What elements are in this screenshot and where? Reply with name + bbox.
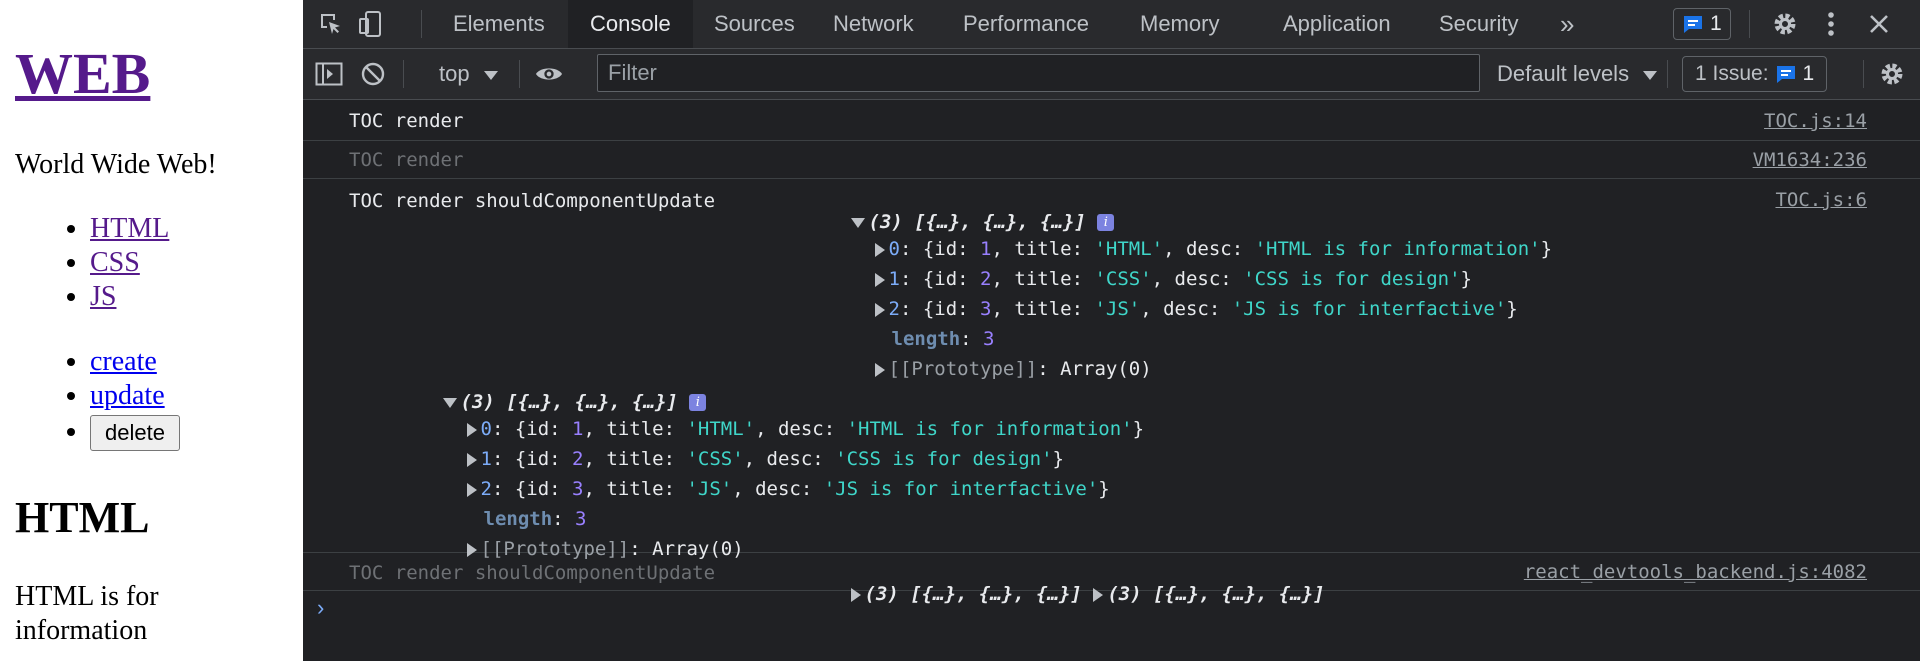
console-settings-gear-icon[interactable] [1878,60,1906,88]
log-levels-label: Default levels [1497,61,1630,86]
toc-item: JS [90,280,169,314]
tab-elements[interactable]: Elements [431,0,567,48]
tab-console[interactable]: Console [568,0,693,48]
control-item: delete [90,415,180,451]
divider [421,10,422,38]
control-item: create [90,345,180,379]
expand-arrow-icon[interactable] [1093,587,1104,602]
console-message: TOC render shouldComponentUpdate (3) [{…… [303,553,1920,605]
issues-label: 1 Issue: [1695,62,1769,85]
console-message: TOC render TOC.js:14 [303,100,1920,141]
context-selector[interactable]: top [439,49,498,99]
prototype-row[interactable]: [[Prototype]]: Array(0) [783,336,1152,402]
message-icon [1684,16,1702,33]
article-desc: HTML is for information [15,581,159,646]
message-text: TOC render [349,149,464,171]
more-tabs-button[interactable]: » [1538,0,1596,48]
source-link[interactable]: TOC.js:6 [1775,189,1867,211]
web-page: WEB World Wide Web! HTML CSS JS create u… [0,0,303,661]
toc-item: CSS [90,246,169,280]
tab-network[interactable]: Network [811,0,936,48]
message-text: TOC render shouldComponentUpdate [349,562,716,584]
title-link[interactable]: WEB [15,41,150,106]
page-title: WEB [15,40,150,108]
toc-link-html[interactable]: HTML [90,213,169,244]
source-link[interactable]: react_devtools_backend.js:4082 [1524,561,1867,583]
clear-console-icon[interactable] [359,60,387,88]
divider [1749,10,1750,38]
log-levels-dropdown[interactable]: Default levels [1497,49,1658,99]
message-icon [1776,66,1795,83]
inspect-element-icon[interactable] [317,10,345,38]
article-title: HTML [15,493,150,542]
create-link[interactable]: create [90,346,157,377]
console-prompt-icon[interactable]: › [317,595,324,621]
console-message-expanded: TOC render shouldComponentUpdate TOC.js:… [303,179,1920,560]
divider [1863,60,1864,88]
divider [403,60,404,88]
message-text: TOC render [349,110,464,132]
tab-performance[interactable]: Performance [941,0,1111,48]
delete-button[interactable]: delete [90,415,180,451]
tab-security[interactable]: Security [1417,0,1540,48]
source-link[interactable]: VM1634:236 [1753,149,1867,171]
page-subtitle: World Wide Web! [15,149,217,180]
dropdown-arrow-icon [483,70,498,80]
issues-count: 1 [1802,62,1815,85]
close-icon[interactable] [1865,10,1893,38]
console-toolbar: top Default levels 1 Issue: 1 [303,49,1920,100]
live-expression-eye-icon[interactable] [535,60,563,88]
divider [1667,60,1668,88]
divider [519,60,520,88]
context-value: top [439,61,470,86]
expand-arrow-icon[interactable] [874,362,885,377]
message-text: TOC render shouldComponentUpdate [349,190,716,212]
device-toolbar-icon[interactable] [357,10,385,38]
issues-button[interactable]: 1 Issue: 1 [1682,56,1828,92]
tab-application[interactable]: Application [1261,0,1413,48]
toc-link-css[interactable]: CSS [90,247,140,278]
console-filter-input[interactable] [597,54,1480,92]
control-list: create update delete [15,345,180,451]
array-summary-row[interactable]: (3) [{…}, {…}, {…}] (3) [{…}, {…}, {…}] [759,561,1325,627]
source-link[interactable]: TOC.js:14 [1764,110,1867,132]
tab-memory[interactable]: Memory [1118,0,1241,48]
dropdown-arrow-icon [1643,70,1658,80]
sidebar-toggle-icon[interactable] [315,60,343,88]
control-item: update [90,379,180,413]
toc-item: HTML [90,212,169,246]
expand-arrow-icon[interactable] [850,587,861,602]
devtools-tab-bar: Elements Console Sources Network Perform… [303,0,1920,49]
more-options-icon[interactable] [1817,10,1845,38]
settings-gear-icon[interactable] [1771,10,1799,38]
console-message: TOC render VM1634:236 [303,141,1920,179]
toc-list: HTML CSS JS [15,212,169,314]
messages-count: 1 [1710,12,1722,35]
tab-sources[interactable]: Sources [692,0,817,48]
toc-link-js[interactable]: JS [90,281,116,312]
messages-badge[interactable]: 1 [1673,8,1731,40]
devtools-panel: Elements Console Sources Network Perform… [303,0,1920,661]
update-link[interactable]: update [90,380,165,411]
